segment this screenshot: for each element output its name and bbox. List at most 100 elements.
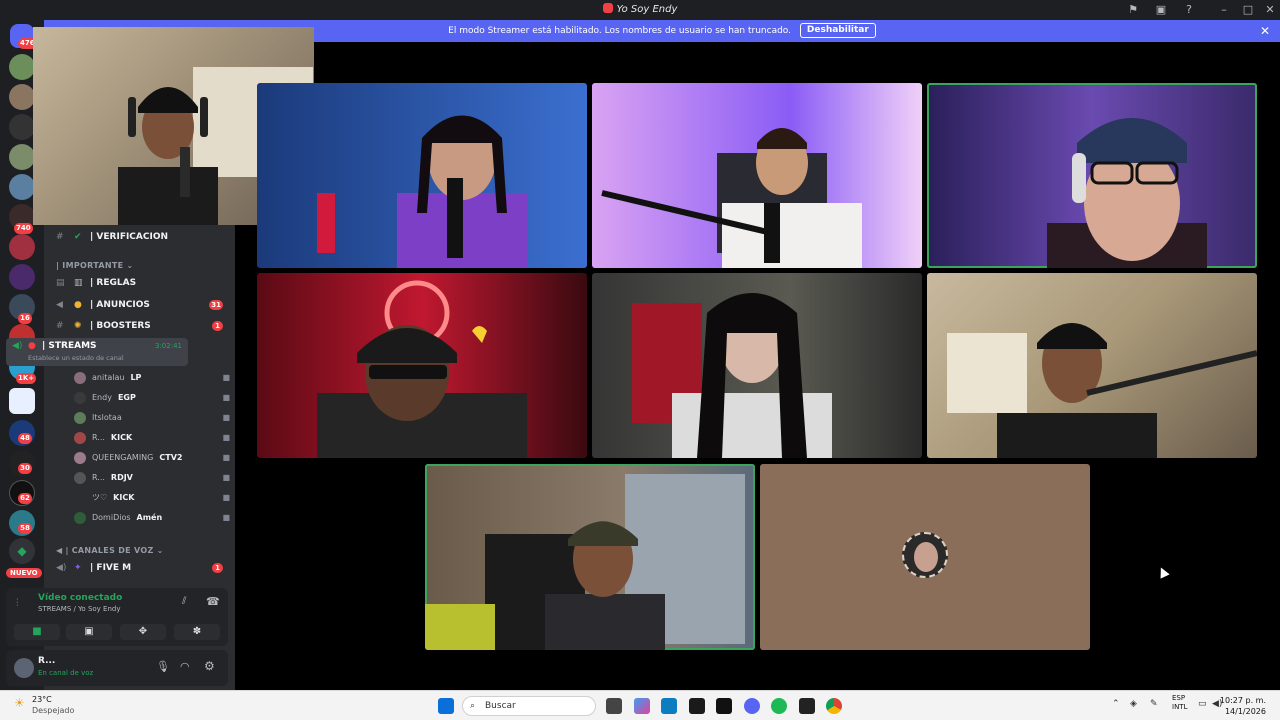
voice-user-tag: RDJV bbox=[110, 473, 133, 482]
server-badge: 48 bbox=[18, 433, 32, 444]
voice-user-label: R... RDJV bbox=[92, 469, 133, 487]
video-tile-user-1[interactable] bbox=[257, 83, 587, 268]
video-tile-avatar-only[interactable] bbox=[760, 464, 1090, 650]
megaphone-icon: ◀ bbox=[56, 300, 63, 310]
soundboard-button[interactable]: ✽ bbox=[174, 624, 220, 640]
category-importante[interactable]: | IMPORTANTE ⌄ bbox=[56, 261, 133, 270]
live-dot-icon: ● bbox=[28, 341, 36, 351]
server-icon[interactable] bbox=[9, 114, 35, 140]
camera-button[interactable]: ■ bbox=[14, 624, 60, 640]
weather-icon[interactable]: ☀ bbox=[14, 696, 25, 710]
video-tile-user-5[interactable] bbox=[592, 273, 922, 458]
close-icon[interactable]: ✕ bbox=[1260, 20, 1270, 42]
activities-button[interactable]: ✥ bbox=[120, 624, 166, 640]
copilot-icon[interactable] bbox=[634, 698, 650, 714]
channel-boosters[interactable]: # ✺ | BOOSTERS 1 bbox=[44, 316, 235, 336]
search-input[interactable]: ⌕ Buscar bbox=[462, 696, 596, 716]
voice-user-name: Endy bbox=[92, 393, 112, 402]
disconnect-icon[interactable]: ☎ bbox=[206, 595, 220, 608]
disable-streamer-button[interactable]: Deshabilitar bbox=[799, 23, 876, 38]
server-icon[interactable] bbox=[9, 234, 35, 260]
discover-icon[interactable]: ◆ bbox=[9, 538, 35, 564]
channel-streams-active[interactable]: ◀) ● | STREAMS 3:02:41 Establece un esta… bbox=[6, 338, 188, 366]
file-explorer-icon[interactable] bbox=[661, 698, 677, 714]
chrome-icon[interactable] bbox=[826, 698, 842, 714]
channel-anuncios[interactable]: ◀ ● | ANUNCIOS 31 bbox=[44, 295, 235, 315]
channel-reglas[interactable]: ▤ ▥ | REGLAS bbox=[44, 273, 235, 293]
voice-user[interactable]: DomiDios Amén ■ bbox=[74, 509, 234, 527]
inbox-icon[interactable]: ⚑ bbox=[1126, 3, 1140, 17]
participant-video bbox=[317, 280, 527, 458]
share-screen-button[interactable]: ▣ bbox=[66, 624, 112, 640]
server-icon[interactable] bbox=[9, 54, 35, 80]
display-icon[interactable]: ▭ bbox=[1198, 699, 1207, 709]
app-icon[interactable] bbox=[716, 698, 732, 714]
server-icon[interactable] bbox=[9, 174, 35, 200]
video-tile-user-2[interactable] bbox=[592, 83, 922, 268]
server-badge: 62 bbox=[18, 493, 32, 504]
category-voz[interactable]: ◀ | CANALES DE VOZ ⌄ bbox=[56, 546, 164, 555]
help-icon[interactable]: ? bbox=[1182, 3, 1196, 17]
server-badge: 1K+ bbox=[16, 373, 37, 384]
avatar bbox=[74, 412, 86, 424]
voice-user-name: anitalau bbox=[92, 373, 125, 382]
gear-icon[interactable]: ⚙ bbox=[204, 659, 215, 673]
voice-user[interactable]: Itslotaa ■ bbox=[74, 409, 234, 427]
windows-start-icon[interactable] bbox=[438, 698, 454, 714]
user-panel: R... En canal de voz 🎙 ◠ ⚙ bbox=[6, 650, 228, 686]
voice-user-tag: KICK bbox=[113, 493, 135, 502]
channel-fivem[interactable]: ◀) ✦ | FIVE M 1 bbox=[44, 558, 235, 578]
close-window-button[interactable]: ✕ bbox=[1258, 2, 1280, 18]
voice-user-label: ツ♡ KICK bbox=[92, 489, 134, 507]
voice-user-name: QUEENGAMING bbox=[92, 453, 154, 462]
voice-user-label: DomiDios Amén bbox=[92, 509, 162, 527]
voice-user-label: QUEENGAMING CTV2 bbox=[92, 449, 182, 467]
task-view-icon[interactable] bbox=[606, 698, 622, 714]
mouse-cursor-icon bbox=[1156, 565, 1170, 579]
voice-user-label: anitalau LP bbox=[92, 369, 141, 387]
server-icon[interactable] bbox=[9, 84, 35, 110]
network-icon[interactable]: ◈ bbox=[1130, 699, 1137, 709]
video-tile-user-4[interactable] bbox=[257, 273, 587, 458]
minimize-button[interactable]: – bbox=[1212, 2, 1236, 18]
spotify-icon[interactable] bbox=[771, 698, 787, 714]
clock[interactable]: 10:27 p. m. 14/1/2026 bbox=[1220, 695, 1266, 717]
avatar[interactable] bbox=[14, 658, 34, 678]
voice-user[interactable]: R... KICK ■ bbox=[74, 429, 234, 447]
app-logo-icon bbox=[602, 3, 613, 13]
avatar bbox=[74, 392, 86, 404]
discord-icon[interactable] bbox=[744, 698, 760, 714]
voice-user[interactable]: ツ♡ KICK ■ bbox=[74, 489, 234, 507]
server-icon[interactable] bbox=[9, 388, 35, 414]
maximize-button[interactable]: □ bbox=[1236, 2, 1260, 18]
voice-user[interactable]: QUEENGAMING CTV2 ■ bbox=[74, 449, 234, 467]
camera-icon: ■ bbox=[222, 373, 230, 382]
server-icon[interactable] bbox=[9, 144, 35, 170]
screen-share-icon[interactable]: ▣ bbox=[1154, 3, 1168, 17]
voice-user-tag: Amén bbox=[136, 513, 163, 522]
headphones-icon[interactable]: ◠ bbox=[180, 660, 190, 673]
check-icon: ✔ bbox=[74, 232, 82, 242]
camera-icon: ■ bbox=[222, 493, 230, 502]
pen-icon[interactable]: ✎ bbox=[1150, 699, 1158, 709]
video-tile-user-7[interactable] bbox=[425, 464, 755, 650]
chevron-up-icon[interactable]: ⌃ bbox=[1112, 699, 1120, 709]
video-tile-user-6[interactable] bbox=[927, 273, 1257, 458]
noise-suppression-icon[interactable]: ⫽ bbox=[182, 596, 186, 607]
banner-text: El modo Streamer está habilitado. Los no… bbox=[448, 26, 792, 36]
app-icon[interactable] bbox=[799, 698, 815, 714]
capcut-icon[interactable] bbox=[689, 698, 705, 714]
server-icon[interactable] bbox=[9, 264, 35, 290]
voice-user-tag: CTV2 bbox=[159, 453, 183, 462]
voice-user[interactable]: R... RDJV ■ bbox=[74, 469, 234, 487]
channel-verificacion[interactable]: # ✔ | VERIFICACION bbox=[44, 227, 235, 247]
voice-user[interactable]: anitalau LP ■ bbox=[74, 369, 234, 387]
microphone-icon[interactable]: 🎙 bbox=[156, 660, 170, 673]
participant-video bbox=[632, 293, 832, 458]
language-indicator[interactable]: ESP INTL bbox=[1172, 694, 1187, 712]
camera-icon: ■ bbox=[222, 413, 230, 422]
voice-user[interactable]: Endy EGP ■ bbox=[74, 389, 234, 407]
participant-video bbox=[947, 323, 1257, 458]
server-badge: 58 bbox=[18, 523, 32, 534]
video-tile-user-3[interactable] bbox=[927, 83, 1257, 268]
